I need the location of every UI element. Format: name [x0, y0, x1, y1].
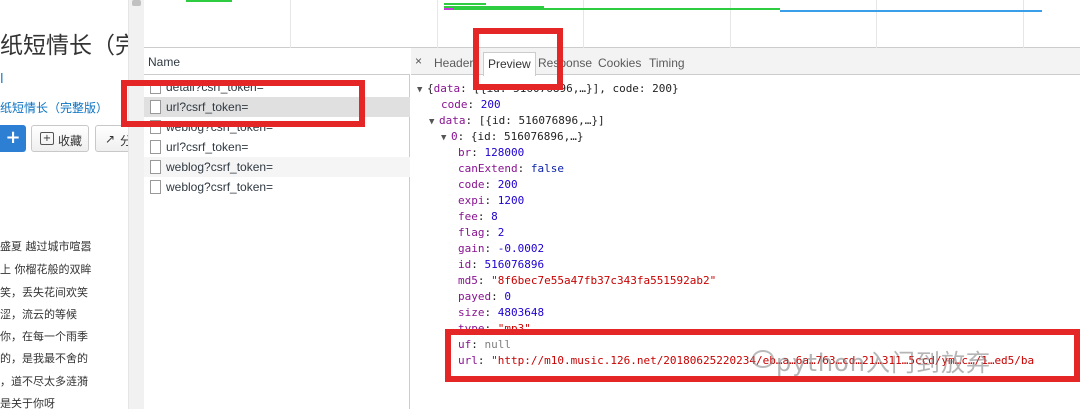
json-field-md5: md5: "8f6bec7e55a47fb37c343fa551592ab2" — [458, 274, 717, 287]
json-key: data — [439, 114, 466, 127]
timeline-divider — [876, 0, 877, 48]
request-row[interactable]: weblog?csrf_token= — [144, 177, 410, 197]
document-icon — [150, 160, 161, 174]
json-field-id: id: 516076896 — [458, 258, 545, 271]
lyric-line: 笑，丢失花间欢笑 — [0, 286, 88, 299]
json-value: 4803648 — [497, 306, 545, 319]
tab-timing[interactable]: Timing — [649, 56, 685, 70]
json-value: "8f6bec7e55a47fb37c343fa551592ab2" — [491, 274, 717, 287]
document-icon — [150, 180, 161, 194]
json-field-size: size: 4803648 — [458, 306, 545, 319]
tab-cookies[interactable]: Cookies — [598, 56, 641, 70]
name-column-label: Name — [148, 55, 181, 69]
add-to-playlist-button[interactable]: + — [0, 125, 26, 152]
json-summary: {id: 516076896,…} — [470, 130, 584, 143]
lyric-line: 涩，流云的等候 — [0, 308, 77, 321]
timeline-divider — [290, 0, 291, 48]
json-data-line[interactable]: ▼ data: [{id: 516076896,…}] — [429, 114, 605, 127]
json-key: 0 — [451, 130, 458, 143]
json-key: size — [458, 306, 485, 319]
waterfall-bar — [444, 3, 486, 5]
annotation-box-preview-tab — [473, 28, 563, 90]
favorite-button[interactable]: + 收藏 — [31, 125, 89, 152]
artist-link[interactable]: l — [0, 72, 4, 87]
lyric-line: ，道不尽太多涟漪 — [0, 375, 88, 388]
waterfall-bar — [780, 10, 1042, 12]
json-value: 516076896 — [484, 258, 545, 271]
json-key: payed — [458, 290, 492, 303]
request-name: weblog?csrf_token= — [166, 180, 274, 194]
waterfall-bar — [444, 8, 780, 10]
json-key: gain — [458, 242, 485, 255]
share-button[interactable]: ↗ 分 — [95, 125, 128, 152]
json-value: 200 — [497, 178, 518, 191]
json-key: data — [433, 82, 461, 95]
annotation-box-request — [121, 80, 365, 127]
json-key: md5 — [458, 274, 478, 287]
expand-triangle-icon[interactable]: ▼ — [417, 85, 427, 95]
json-field-gain: gain: -0.0002 — [458, 242, 545, 255]
json-key: expi — [458, 194, 485, 207]
json-key: code — [458, 178, 485, 191]
favorite-label: 收藏 — [58, 134, 83, 148]
close-icon[interactable]: × — [415, 54, 422, 68]
json-field-expi: expi: 1200 — [458, 194, 525, 207]
timeline-divider — [1023, 0, 1024, 48]
json-value: 128000 — [484, 146, 525, 159]
request-name: url?csrf_token= — [166, 140, 249, 154]
json-item-line[interactable]: ▼ 0: {id: 516076896,…} — [441, 130, 583, 143]
page-scrollbar[interactable] — [128, 0, 144, 409]
lyric-line: 是关于你呀 — [0, 397, 55, 409]
json-field-code: code: 200 — [458, 178, 518, 191]
network-timeline-overview[interactable] — [144, 0, 1080, 48]
json-value: -0.0002 — [497, 242, 545, 255]
request-row[interactable]: weblog?csrf_token= — [144, 157, 410, 177]
json-value: 2 — [497, 226, 505, 239]
song-title: 纸短情长（完 — [0, 33, 128, 59]
json-field-fee: fee: 8 — [458, 210, 498, 223]
name-column-header[interactable]: Name — [144, 48, 410, 75]
lyric-line: 你，在每一个雨季 — [0, 330, 88, 343]
json-value: 1200 — [497, 194, 525, 207]
share-icon: ↗ — [105, 132, 116, 146]
json-key: code — [441, 98, 468, 111]
json-key: canExtend — [458, 162, 518, 175]
waterfall-bar — [444, 8, 454, 10]
json-field-canExtend: canExtend: false — [458, 162, 564, 175]
lyric-line: 盛夏 越过城市喧嚣 — [0, 240, 92, 253]
timeline-divider — [437, 0, 438, 48]
json-key: flag — [458, 226, 485, 239]
expand-triangle-icon[interactable]: ▼ — [429, 117, 439, 127]
request-name: weblog?csrf_token= — [166, 160, 274, 174]
web-page-panel: 纸短情长（完 l 纸短情长（完整版） + + 收藏 ↗ 分 盛夏 越过城市喧嚣 … — [0, 0, 128, 409]
document-icon — [150, 140, 161, 154]
request-row[interactable]: url?csrf_token= — [144, 137, 410, 157]
favorite-folder-icon: + — [40, 132, 54, 145]
json-key: fee — [458, 210, 478, 223]
json-value: false — [530, 162, 564, 175]
json-value: 8 — [491, 210, 498, 223]
json-key: br — [458, 146, 472, 159]
scrollbar-thumb[interactable] — [132, 0, 141, 6]
json-field-flag: flag: 2 — [458, 226, 505, 239]
json-field-br: br: 128000 — [458, 146, 525, 159]
expand-triangle-icon[interactable]: ▼ — [441, 133, 451, 143]
wechat-icon — [752, 350, 774, 368]
watermark: python入门到放弃 — [776, 349, 991, 377]
share-label: 分 — [120, 134, 128, 148]
json-summary: [{id: 516076896,…}] — [478, 114, 605, 127]
album-link[interactable]: 纸短情长（完整版） — [0, 99, 108, 116]
json-line: code: 200 — [441, 98, 501, 111]
lyric-line: 的，是我最不舍的 — [0, 352, 88, 365]
waterfall-bar — [186, 0, 232, 2]
json-value: 200 — [480, 98, 501, 111]
json-value: 0 — [504, 290, 511, 303]
json-field-payed: payed: 0 — [458, 290, 511, 303]
lyric-line: 上 你榴花般的双眸 — [0, 263, 92, 276]
json-key: id — [458, 258, 472, 271]
